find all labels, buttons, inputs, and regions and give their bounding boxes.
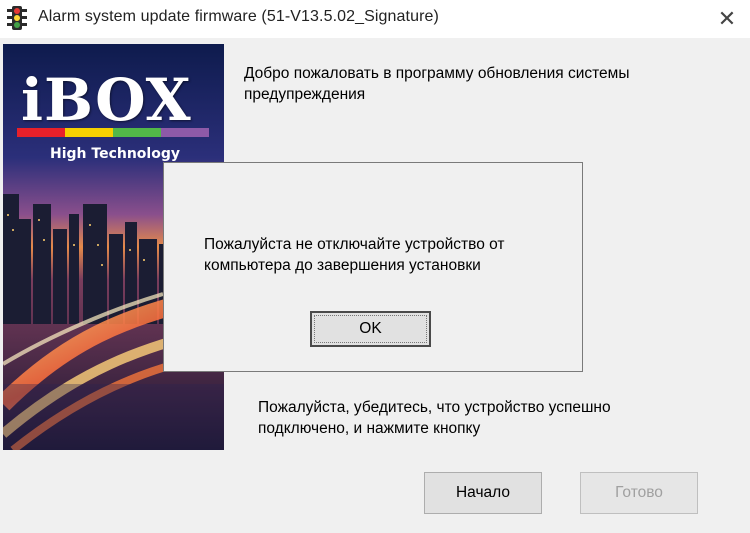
window-title: Alarm system update firmware (51-V13.5.0… — [38, 8, 439, 25]
ibox-logo: iBOX — [21, 66, 192, 134]
done-button-label: Готово — [615, 484, 663, 501]
warning-dialog: Пожалуйста не отключайте устройство от к… — [163, 162, 583, 372]
title-bar[interactable]: Alarm system update firmware (51-V13.5.0… — [0, 0, 750, 38]
close-button[interactable]: ✕ — [704, 0, 750, 38]
banner-tagline: High Technology — [50, 146, 180, 162]
ok-button-label: OK — [359, 320, 382, 337]
updater-window: Alarm system update firmware (51-V13.5.0… — [0, 0, 750, 533]
instruction-text: Пожалуйста, убедитесь, что устройство ус… — [258, 399, 611, 437]
traffic-light-icon — [7, 6, 27, 30]
start-button[interactable]: Начало — [424, 472, 542, 514]
close-icon: ✕ — [717, 6, 737, 31]
welcome-text: Добро пожаловать в программу обновления … — [244, 65, 630, 103]
ok-button[interactable]: OK — [310, 311, 431, 347]
done-button: Готово — [580, 472, 698, 514]
start-button-label: Начало — [455, 484, 510, 501]
dialog-message: Пожалуйста не отключайте устройство от к… — [204, 236, 505, 274]
